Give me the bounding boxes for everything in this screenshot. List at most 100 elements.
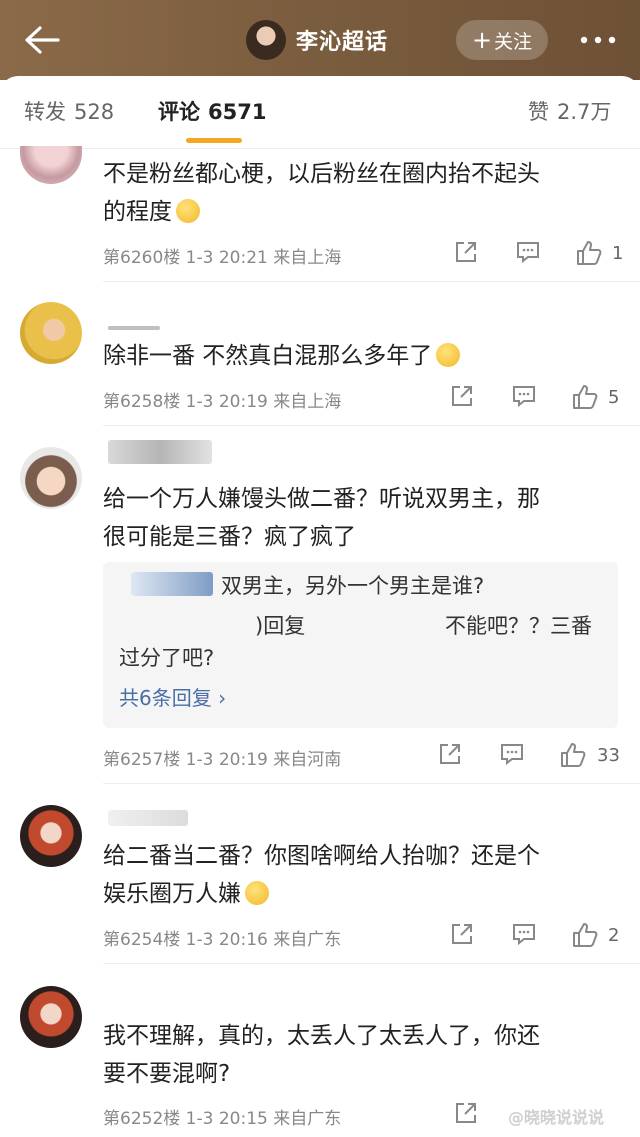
tab-comment-label: 评论 [158,100,200,124]
comment-meta: 第6252楼 1-3 20:15 来自广东 [103,1104,341,1129]
comment-time: 20:16 [218,930,268,950]
active-tab-indicator [186,138,242,143]
comment-line: 给一个万人嫌馒头做二番？听说双男主，那 [103,486,540,512]
share-icon[interactable] [453,239,479,265]
supertopic-header[interactable]: 李沁超话 [246,18,388,62]
like-count: 33 [597,745,620,766]
share-icon[interactable] [449,921,475,947]
comment-text: 给二番当二番？你图啥啊给人抬咖？还是个 娱乐圈万人嫌 [103,837,618,913]
tab-like-count: 2.7万 [557,100,612,124]
comment-time: 20:19 [218,750,268,770]
like-count: 5 [608,387,620,408]
comment-meta: 第6260楼 1-3 20:21 来自上海 [103,243,341,268]
comment-time: 20:19 [218,392,268,412]
comment-line: 不是粉丝都心梗，以后粉丝在圈内抬不起头 [103,161,540,187]
comment-meta-row: 第6260楼 1-3 20:21 来自上海 1 [103,239,628,271]
divider [103,425,640,426]
like-icon[interactable] [559,741,587,769]
tab-like[interactable]: 赞 2.7万 [528,96,611,126]
comment-line: 除非一番 不然真白混那么多年了 [103,343,433,369]
username-redacted [108,810,188,826]
like-icon[interactable] [571,921,599,949]
page-title: 李沁超话 [296,30,389,55]
comment-line: 娱乐圈万人嫌 [103,881,241,907]
emoji-icon [176,199,200,223]
commenter-avatar[interactable] [20,447,82,509]
comment-date: 1-3 [185,930,214,950]
supertopic-avatar [246,20,286,60]
comment-meta-row: 第6254楼 1-3 20:16 来自广东 2 [103,921,628,953]
like-icon[interactable] [575,239,603,267]
reply-username-redacted [131,572,213,596]
reply-prefix: )回复 [255,614,306,638]
reply-icon[interactable] [499,741,525,767]
comment-meta: 第6254楼 1-3 20:16 来自广东 [103,925,341,950]
top-bar: 李沁超话 + 关注 [0,0,640,80]
like-count: 1 [612,243,624,264]
emoji-icon [436,343,461,367]
reply-icon[interactable] [515,239,541,265]
reply-icon[interactable] [511,921,537,947]
like-icon[interactable] [571,383,599,411]
tab-bar: 转发 528 评论 6571 赞 2.7万 [0,76,640,149]
comment-location: 来自河南 [273,750,342,770]
comment-date: 1-3 [185,248,214,268]
comment-line: 的程度 [103,199,172,225]
comment-line: 要不要混啊? [103,1061,231,1087]
plus-icon: + [471,26,493,54]
back-arrow-icon[interactable] [22,24,62,56]
tab-comment-count: 6571 [208,100,267,124]
reply-text: 不能吧？？三番 [445,614,592,638]
share-icon[interactable] [437,741,463,767]
username-redacted [108,326,160,330]
reply-icon[interactable] [511,383,537,409]
tab-repost[interactable]: 转发 528 [24,96,114,126]
follow-label: 关注 [494,30,533,53]
comment-text: 除非一番 不然真白混那么多年了 [103,337,618,375]
comment-text: 我不理解，真的，太丢人了太丢人了，你还 要不要混啊? [103,1017,618,1093]
comment-date: 1-3 [185,1109,214,1129]
floor-number: 第6252楼 [103,1109,181,1129]
tab-repost-count: 528 [74,100,115,124]
divider [103,963,640,964]
comment-meta: 第6257楼 1-3 20:19 来自河南 [103,745,341,770]
follow-button[interactable]: + 关注 [456,20,548,60]
reply-preview-box[interactable]: 双男主，另外一个男主是谁? )回复 不能吧？？三番 过分了吧? 共6条回复 › [103,562,618,728]
comment-text: 不是粉丝都心梗，以后粉丝在圈内抬不起头 的程度 [103,155,618,231]
watermark: @晓晓说说说 [508,1108,605,1127]
view-all-replies-link[interactable]: 共6条回复 › [119,682,226,711]
comment-location: 来自上海 [273,392,342,412]
comment-text: 给一个万人嫌馒头做二番？听说双男主，那 很可能是三番？疯了疯了 [103,480,618,556]
share-icon[interactable] [449,383,475,409]
comment-time: 20:15 [218,1109,268,1129]
commenter-avatar[interactable] [20,302,82,364]
comment-line: 很可能是三番？疯了疯了 [103,524,356,550]
tab-comment[interactable]: 评论 6571 [158,96,266,126]
more-options-icon[interactable] [578,28,618,52]
comment-location: 来自上海 [273,248,342,268]
comment-line: 给二番当二番？你图啥啊给人抬咖？还是个 [103,843,540,869]
username-redacted [108,440,212,464]
like-count: 2 [608,925,620,946]
comment-meta: 第6258楼 1-3 20:19 来自上海 [103,387,341,412]
comment-date: 1-3 [185,750,214,770]
tab-like-label: 赞 [528,100,549,124]
comment-location: 来自广东 [273,930,342,950]
divider [103,783,640,784]
comment-meta-row: 第6257楼 1-3 20:19 来自河南 33 [103,741,628,773]
floor-number: 第6260楼 [103,248,181,268]
floor-number: 第6254楼 [103,930,181,950]
divider [103,281,640,282]
floor-number: 第6258楼 [103,392,181,412]
emoji-icon [245,881,269,905]
comment-location: 来自广东 [273,1109,342,1129]
reply-text: 过分了吧? [119,646,215,670]
share-icon[interactable] [453,1100,479,1126]
comment-meta-row: 第6258楼 1-3 20:19 来自上海 5 [103,383,628,415]
commenter-avatar[interactable] [20,986,82,1048]
commenter-avatar[interactable] [20,805,82,867]
comment-date: 1-3 [185,392,214,412]
reply-text: 双男主，另外一个男主是谁? [221,574,485,598]
comment-time: 20:21 [218,248,268,268]
tab-repost-label: 转发 [24,100,66,124]
